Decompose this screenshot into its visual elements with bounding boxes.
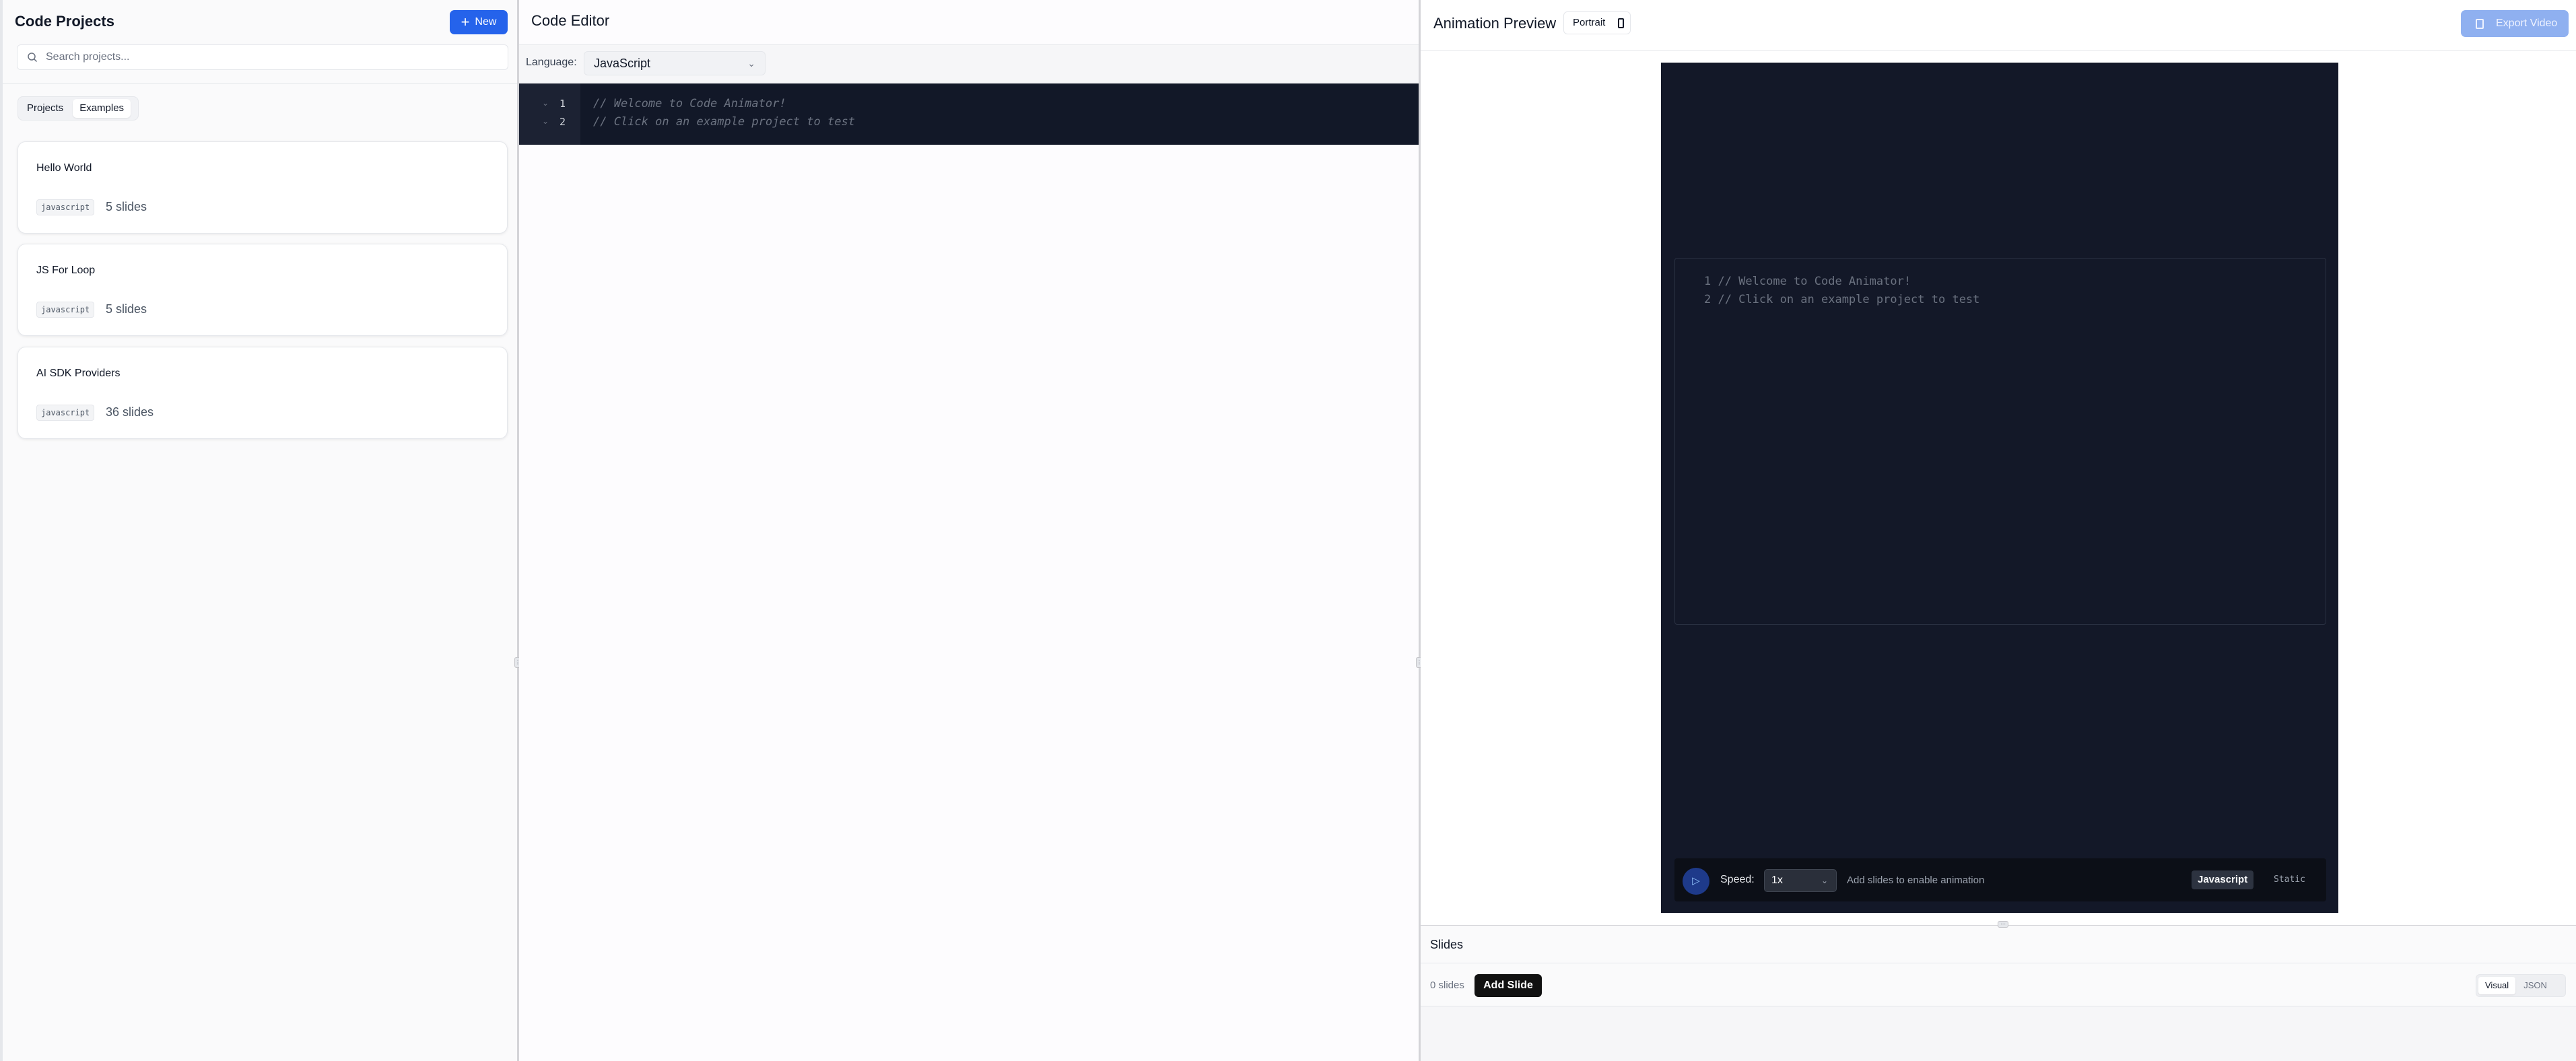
speed-label: Speed: (1720, 874, 1755, 885)
divider (3, 83, 517, 84)
new-button-label: New (475, 16, 497, 28)
project-name: JS For Loop (36, 265, 96, 276)
gutter-line: ⌄ 1 (519, 94, 580, 113)
code-line: // Welcome to Code Animator! (593, 97, 786, 110)
export-label: Export Video (2496, 18, 2558, 29)
speed-select[interactable]: 1x ⌄ (1764, 869, 1837, 892)
tab-projects[interactable]: Projects (20, 99, 70, 118)
language-value: JavaScript (594, 57, 651, 70)
orientation-toggle-button[interactable]: Portrait (1563, 11, 1631, 34)
code-window: 1 // Welcome to Code Animator! 2 // Clic… (1674, 258, 2326, 625)
project-card[interactable]: AI SDK Providers javascript 36 slides (18, 347, 508, 439)
preview-code-line: 1 // Welcome to Code Animator! (1704, 275, 1911, 288)
chevron-down-icon: ⌄ (1821, 876, 1828, 885)
mode-label: Static (2274, 875, 2305, 885)
orientation-label: Portrait (1573, 17, 1606, 28)
language-badge: Javascript (2192, 870, 2254, 889)
smartphone-icon (1618, 18, 1624, 28)
slides-title: Slides (1430, 938, 1464, 951)
tab-visual[interactable]: Visual (2478, 977, 2516, 994)
projects-title: Code Projects (15, 13, 114, 30)
project-name: Hello World (36, 162, 92, 174)
preview-canvas: 1 // Welcome to Code Animator! 2 // Clic… (1661, 63, 2338, 913)
chevron-down-icon: ⌄ (747, 58, 755, 69)
slides-panel: Slides 0 slides Add Slide Visual JSON (1421, 925, 2576, 1061)
play-button[interactable]: ▷ (1683, 868, 1709, 895)
project-name: AI SDK Providers (36, 368, 121, 379)
new-project-button[interactable]: + New (450, 10, 508, 34)
playback-controls: ▷ Speed: 1x ⌄ Add slides to enable anima… (1674, 858, 2326, 901)
slide-count: 0 slides (1430, 980, 1464, 991)
code-line: // Click on an example project to test (593, 115, 855, 129)
add-slide-button[interactable]: Add Slide (1475, 974, 1542, 997)
speed-value: 1x (1771, 875, 1783, 886)
tab-json[interactable]: JSON (2517, 977, 2554, 994)
slide-count: 36 slides (106, 405, 154, 419)
gutter-line: ⌄ 2 (519, 112, 580, 131)
preview-header: Animation Preview Portrait Export Video (1421, 0, 2576, 51)
search-projects-input[interactable]: Search projects... (17, 44, 508, 70)
resize-handle-horizontal[interactable]: ⋯ (1998, 921, 2008, 928)
file-video-icon (2476, 19, 2484, 29)
line-number: 2 (560, 116, 566, 128)
line-number: 1 (560, 98, 566, 110)
plus-icon: + (461, 13, 470, 30)
code-editor-panel: Code Editor Language: JavaScript ⌄ ⌄ 1 ⌄… (519, 0, 1419, 1061)
language-bar: Language: JavaScript ⌄ (519, 44, 1419, 83)
language-label: Language: (526, 57, 577, 68)
tab-examples[interactable]: Examples (73, 99, 131, 118)
project-card[interactable]: JS For Loop javascript 5 slides (18, 244, 508, 336)
slide-count: 5 slides (106, 200, 147, 213)
projects-panel: Code Projects + New Search projects... P… (0, 0, 517, 1061)
search-icon (28, 53, 38, 63)
code-textarea[interactable]: ⌄ 1 ⌄ 2 // Welcome to Code Animator! // … (519, 83, 1419, 145)
export-video-button[interactable]: Export Video (2461, 10, 2569, 37)
preview-code-line: 2 // Click on an example project to test (1704, 293, 1980, 306)
animation-preview-panel: Animation Preview Portrait Export Video … (1421, 0, 2576, 1061)
line-gutter: ⌄ 1 ⌄ 2 (519, 83, 580, 145)
editor-title: Code Editor (531, 12, 610, 29)
project-card[interactable]: Hello World javascript 5 slides (18, 141, 508, 234)
fold-icon[interactable]: ⌄ (542, 116, 549, 126)
animation-hint: Add slides to enable animation (1847, 875, 1985, 886)
language-select[interactable]: JavaScript ⌄ (584, 51, 766, 75)
language-badge: javascript (36, 302, 95, 318)
view-toggle: Visual JSON (2476, 974, 2566, 997)
language-badge: javascript (36, 405, 95, 421)
slides-header: Slides (1421, 926, 2576, 963)
slides-toolbar: 0 slides Add Slide Visual JSON (1421, 963, 2576, 1006)
slide-count: 5 slides (106, 302, 147, 316)
search-placeholder: Search projects... (46, 51, 130, 63)
fold-icon[interactable]: ⌄ (542, 98, 549, 108)
preview-title: Animation Preview (1433, 15, 1557, 32)
language-badge: javascript (36, 199, 95, 215)
project-tabs: Projects Examples (18, 96, 139, 121)
